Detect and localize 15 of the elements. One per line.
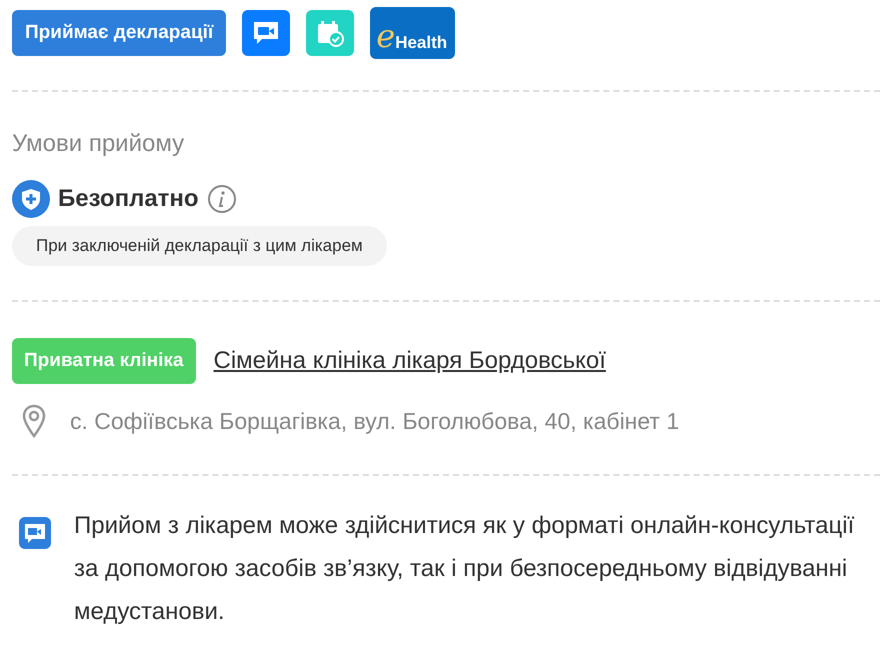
price-label: Безоплатно [58, 185, 199, 213]
clinic-type-badge: Приватна клініка [12, 338, 196, 384]
clinic-address: с. Софіївська Борщагівка, вул. Боголюбова, 40, кабінет 1 [70, 408, 680, 434]
video-chat-icon [242, 10, 290, 56]
condition-note: При заключеній декларації з цим лікарем [12, 226, 387, 266]
location-pin-icon [22, 404, 46, 438]
info-icon[interactable] [206, 184, 237, 214]
info-paragraph: Прийом з лікарем може здійснитися як у форматі онлайн-консультації за допомогою засобів зв’язку, так і при безпосередньому відвідуванні медустанови. [74, 511, 856, 627]
section-title: Умови прийому [12, 130, 186, 158]
video-chat-icon [18, 516, 52, 550]
shield-icon [12, 180, 50, 218]
calendar-check-icon [306, 10, 354, 56]
ehealth-logo: eHealth [370, 7, 456, 59]
declaration-badge: Приймає декларації [12, 10, 226, 56]
clinic-link[interactable]: Сімейна клініка лікаря Бордовської [214, 347, 606, 375]
